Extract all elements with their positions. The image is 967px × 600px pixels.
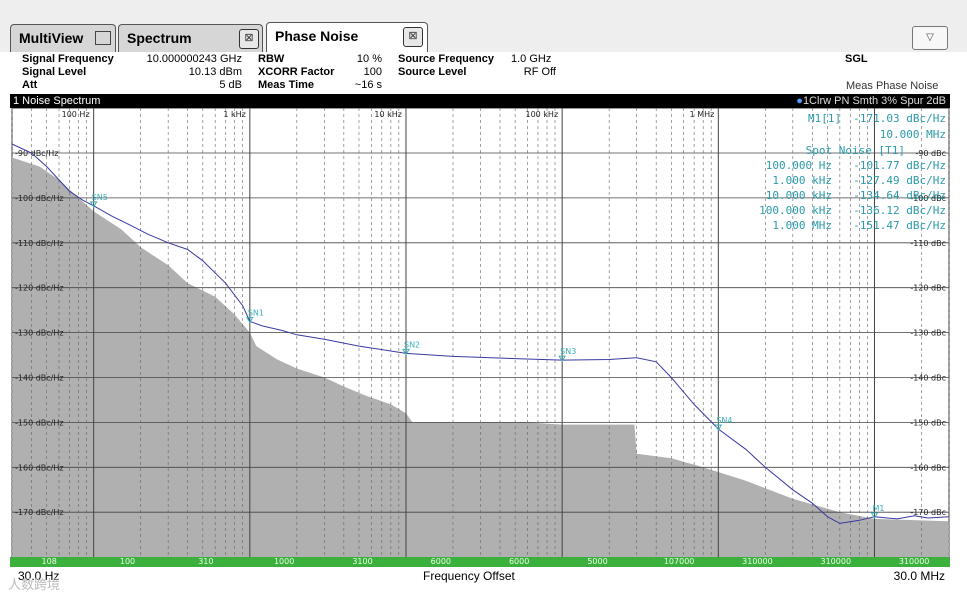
xcorr-count-bar: 108 100 310 1000 3100 6000 6000 5000 107000 31000…: [10, 557, 950, 567]
y-label-right: -140 dBc: [910, 374, 946, 383]
xcorr-count: 6000: [430, 557, 451, 566]
y-label-left: -170 dBc/Hz: [15, 508, 64, 517]
trace-info: ●1Clrw PN Smth 3% Spur 2dB: [796, 94, 946, 108]
phase-noise-plot[interactable]: 100 Hz 1 kHz 10 kHz 100 kHz 1 MHz -90 dBc/Hz…: [0, 108, 967, 557]
signal-frequency-value: 10.000000243 GHz: [146, 53, 242, 65]
tab-multiview[interactable]: MultiView: [10, 24, 116, 52]
source-level-label: Source Level: [398, 66, 467, 78]
meas-mode: Meas Phase Noise: [846, 80, 939, 92]
rbw-label: RBW: [258, 53, 285, 65]
sgl-indicator: SGL: [845, 53, 868, 65]
xcorr-count: 108: [41, 557, 57, 566]
att-value: 5 dB: [219, 79, 242, 91]
y-label-right: -130 dBc: [910, 329, 946, 338]
y-label-left: -100 dBc/Hz: [15, 194, 64, 203]
signal-level-value: 10.13 dBm: [188, 66, 242, 78]
spot-noise-title: Spot Noise [T1]: [806, 144, 905, 157]
spot-noise-freq: 100.000 Hz: [766, 159, 832, 172]
y-label-left: -90 dBc/Hz: [15, 149, 58, 158]
y-label-right: -150 dBc: [910, 418, 946, 427]
xcorr-count: 5000: [587, 557, 608, 566]
spot-noise-table: 100.000 Hz -101.77 dBc/Hz 1.000 kHz -127.49…: [759, 159, 946, 232]
y-label-left: -140 dBc/Hz: [15, 374, 64, 383]
x-tick-label: 100 Hz: [62, 110, 90, 119]
y-label-left: -110 dBc/Hz: [15, 239, 64, 248]
measurement-settings: Signal Frequency 10.000000243 GHz Signal…: [0, 52, 967, 94]
tab-bar: MultiView Spectrum ⊠ Phase Noise ⊠ ▽: [0, 0, 967, 52]
xcorr-count: 310000: [820, 557, 852, 566]
x-tick-label: 100 kHz: [525, 110, 558, 119]
tab-spectrum-label: Spectrum: [127, 30, 192, 46]
stop-frequency: 30.0 MHz: [893, 569, 945, 583]
y-label-right: -160 dBc: [910, 463, 946, 472]
chevron-down-icon: ▽: [926, 32, 934, 43]
xcorr-count: 310000: [898, 557, 930, 566]
y-label-right: -90 dBc: [915, 149, 946, 158]
marker-label: M1: [872, 504, 884, 513]
source-frequency-value: 1.0 GHz: [511, 53, 552, 65]
source-frequency-label: Source Frequency: [398, 53, 494, 65]
x-tick-label: 1 MHz: [690, 110, 715, 119]
xcorr-count: 310000: [742, 557, 773, 566]
tab-phase-noise-label: Phase Noise: [275, 28, 359, 44]
y-label-left: -160 dBc/Hz: [15, 463, 64, 472]
marker-m1-value: -171.03 dBc/Hz: [853, 112, 946, 125]
spot-noise-value: -101.77 dBc/Hz: [853, 159, 946, 172]
rbw-value: 10 %: [356, 53, 382, 65]
dropdown-button[interactable]: ▽: [912, 26, 948, 50]
xcorr-count: 107000: [663, 557, 695, 566]
x-axis-title: Frequency Offset: [423, 569, 515, 583]
spot-noise-value: -127.49 dBc/Hz: [853, 174, 946, 187]
close-icon[interactable]: ⊠: [403, 27, 423, 47]
xcorr-count: 1000: [273, 557, 295, 566]
marker-label: SN5: [92, 193, 108, 202]
marker-m1-freq: 10.000 MHz: [880, 128, 946, 141]
meas-time-label: Meas Time: [258, 79, 315, 91]
signal-level-label: Signal Level: [22, 66, 87, 78]
window-title: 1 Noise Spectrum: [13, 95, 101, 107]
y-label-right: -110 dBc: [910, 239, 946, 248]
frequency-axis-footer: 30.0 Hz Frequency Offset 30.0 MHz: [0, 567, 967, 600]
xcorr-factor-label: XCORR Factor: [258, 66, 335, 78]
meas-time-value: ~16 s: [354, 79, 382, 91]
xcorr-count: 310: [198, 557, 214, 566]
marker-label: SN1: [248, 308, 264, 317]
source-level-value: RF Off: [523, 66, 556, 78]
xcorr-factor-value: 100: [363, 66, 382, 78]
y-label-right: -120 dBc: [910, 284, 946, 293]
spot-noise-value: -134.64 dBc/Hz: [853, 189, 946, 202]
xcorr-count: 6000: [508, 557, 530, 566]
marker-m1-label: M1[1]: [808, 112, 841, 125]
att-label: Att: [22, 79, 38, 91]
marker-label: SN2: [404, 340, 420, 349]
xcorr-count: 3100: [352, 557, 373, 566]
xcorr-count: 100: [119, 557, 136, 566]
spot-noise-freq: 100.000 kHz: [759, 204, 832, 217]
tab-spectrum[interactable]: Spectrum ⊠: [118, 24, 263, 52]
spot-noise-freq: 1.000 kHz: [772, 174, 832, 187]
spot-noise-freq: 1.000 MHz: [772, 219, 832, 232]
noise-spectrum-title-bar: 1 Noise Spectrum ●1Clrw PN Smth 3% Spur …: [10, 94, 950, 108]
spot-noise-value: -151.47 dBc/Hz: [853, 219, 946, 232]
y-label-left: -150 dBc/Hz: [15, 418, 64, 427]
marker-label: SN4: [716, 416, 732, 425]
watermark: 人数跨境: [8, 577, 61, 592]
trace-dot-icon: ●: [796, 95, 803, 107]
close-icon[interactable]: ⊠: [239, 29, 259, 49]
spot-noise-freq: 10.000 kHz: [766, 189, 832, 202]
spot-noise-value: -136.12 dBc/Hz: [853, 204, 946, 217]
x-tick-label: 10 kHz: [374, 110, 402, 119]
trace-info-text: 1Clrw PN Smth 3% Spur 2dB: [802, 95, 946, 107]
x-tick-label: 1 kHz: [223, 110, 245, 119]
y-label-left: -120 dBc/Hz: [15, 284, 64, 293]
tab-phase-noise[interactable]: Phase Noise ⊠: [266, 22, 428, 52]
y-label-left: -130 dBc/Hz: [15, 329, 64, 338]
signal-frequency-label: Signal Frequency: [22, 53, 114, 65]
marker-label: SN3: [560, 347, 576, 356]
grid-icon: [95, 31, 111, 45]
tab-multiview-label: MultiView: [19, 30, 84, 46]
